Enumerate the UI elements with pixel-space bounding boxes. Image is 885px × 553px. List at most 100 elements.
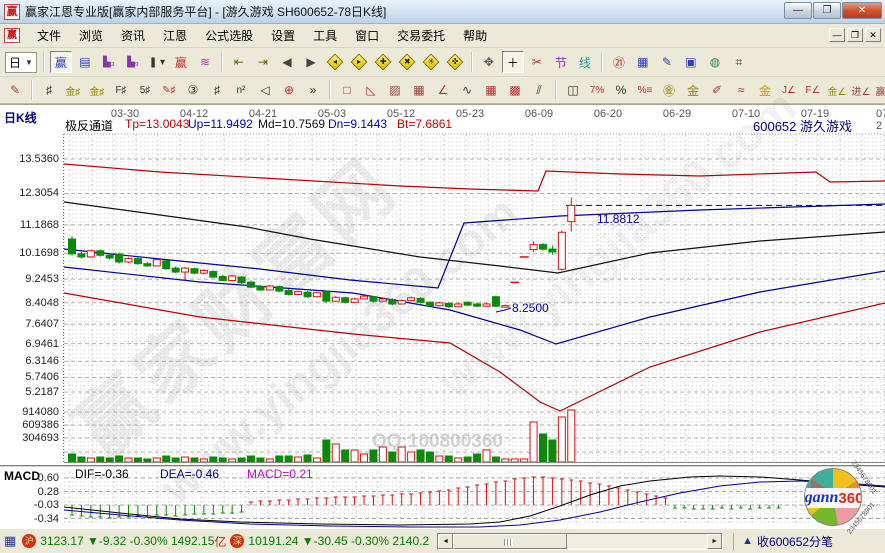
gold-lines-icon[interactable]: 金 [682, 79, 704, 101]
feed-status-text: 收600652分笔 [757, 533, 833, 550]
fence-pen-icon[interactable]: ✎♯ [158, 79, 180, 101]
cut-icon[interactable]: ✂ [526, 51, 548, 73]
jie-tool-icon[interactable]: 节 [550, 51, 572, 73]
target-circle-icon[interactable]: ⊕ [278, 79, 300, 101]
menu-设置[interactable]: 设置 [262, 26, 304, 46]
color-flag-icon[interactable]: ≋ [194, 51, 216, 73]
last-bar-icon[interactable]: ⇥ [252, 51, 274, 73]
kline-large-icon[interactable]: ▙₉ [122, 51, 144, 73]
date-label: 06-09 [525, 108, 553, 120]
f-angle-icon[interactable]: F∠ [802, 79, 824, 101]
fence-n2-icon[interactable]: n² [230, 79, 252, 101]
period-day-button[interactable]: 日▼ [4, 51, 38, 73]
note-edit-icon[interactable]: ✎ [656, 51, 678, 73]
fan-rays-icon[interactable]: ◺ [360, 79, 382, 101]
maximize-button[interactable]: ❐ [813, 2, 841, 19]
diamond-right-icon[interactable]: ▸ [348, 51, 370, 73]
mdi-minimize-button[interactable]: — [829, 28, 845, 42]
fence-f-icon[interactable]: F♯ [110, 79, 132, 101]
square-tool-icon[interactable]: □ [336, 79, 358, 101]
draw-brush-icon[interactable]: ✎ [4, 79, 26, 101]
percent-icon[interactable]: % [610, 79, 632, 101]
gold-angle-icon[interactable]: 金∠ [826, 79, 848, 101]
macd-tick-label: -0.03 [0, 499, 59, 511]
percent-lines-icon[interactable]: %≡ [634, 79, 656, 101]
pane-splitter[interactable] [0, 465, 885, 468]
diamond-star-icon[interactable]: ✳ [420, 51, 442, 73]
jin-angle-icon[interactable]: 进∠ [850, 79, 872, 101]
bars-left-icon[interactable]: ◫ [562, 79, 584, 101]
shanghai-exchange-icon: 沪 [22, 534, 36, 548]
calendar-icon[interactable]: ㉑ [608, 51, 630, 73]
diamond-move-icon[interactable]: ✜ [444, 51, 466, 73]
yingjia-blue-icon[interactable]: 赢 [50, 51, 72, 73]
overflow-chevron[interactable]: » [302, 79, 324, 101]
parallel-lines-icon[interactable]: ⫽ [528, 79, 550, 101]
pan-hand-icon[interactable]: ✥ [478, 51, 500, 73]
j-angle-icon[interactable]: J∠ [778, 79, 800, 101]
sh-amount-unit: 亿 [214, 533, 226, 550]
fence-gold-icon[interactable]: 金♯ [62, 79, 84, 101]
diamond-cross-icon[interactable]: ✖ [396, 51, 418, 73]
fence-3-icon[interactable]: ③ [182, 79, 204, 101]
gold-yellow-icon[interactable]: 金 [754, 79, 776, 101]
menu-公式选股[interactable]: 公式选股 [196, 26, 262, 46]
menu-浏览[interactable]: 浏览 [70, 26, 112, 46]
fence-plain-icon[interactable]: ♯ [206, 79, 228, 101]
box-hatch-icon[interactable]: ▦ [408, 79, 430, 101]
first-bar-icon[interactable]: ⇤ [228, 51, 250, 73]
line-tool-icon[interactable]: 线 [574, 51, 596, 73]
diamond-left-icon[interactable]: ◂ [324, 51, 346, 73]
document-icon[interactable]: ▤ [74, 51, 96, 73]
flag-tool-icon[interactable]: ◁ [254, 79, 276, 101]
scroll-right-button[interactable]: ► [707, 534, 722, 549]
horizontal-scrollbar[interactable]: ◄ ► [437, 533, 723, 550]
period-label[interactable]: 日K线 [4, 109, 37, 126]
indicator-value: Tp=13.0043 [125, 117, 189, 131]
menu-资讯[interactable]: 资讯 [112, 26, 154, 46]
volume-tick-label: 304693 [0, 432, 59, 444]
browser-icon[interactable]: ◍ [704, 51, 726, 73]
yingjia-red-icon[interactable]: 赢 [170, 51, 192, 73]
network-icon[interactable]: ⌗ [728, 51, 750, 73]
scroll-left-button[interactable]: ◄ [438, 534, 453, 549]
mdi-restore-button[interactable]: ❐ [847, 28, 863, 42]
diamond-plus-icon[interactable]: ✚ [372, 51, 394, 73]
gold-circle-icon[interactable]: ㊎ [658, 79, 680, 101]
market-grid-icon[interactable]: ▦ [4, 533, 16, 549]
crosshair-icon[interactable]: ＋ [502, 51, 524, 73]
percent7-icon[interactable]: 7% [586, 79, 608, 101]
chart-canvas[interactable]: 赢家财富网 www.yingjia360.com www.yingjia360.… [0, 104, 885, 528]
box-pen-icon[interactable]: ▨ [384, 79, 406, 101]
next-bar-icon[interactable]: ▶ [300, 51, 322, 73]
ying-angle-icon[interactable]: 赢∠ [874, 79, 885, 101]
save-icon[interactable]: ▣ [680, 51, 702, 73]
menu-工具[interactable]: 工具 [304, 26, 346, 46]
menu-帮助[interactable]: 帮助 [454, 26, 496, 46]
grid-red-icon[interactable]: ▦ [480, 79, 502, 101]
menu-交易委托[interactable]: 交易委托 [388, 26, 454, 46]
logo-gann-text: gann [805, 489, 839, 507]
calculator-icon[interactable]: ▦ [632, 51, 654, 73]
fence-icon[interactable]: ♯ [38, 79, 60, 101]
prev-bar-icon[interactable]: ◀ [276, 51, 298, 73]
macd-tick-label: 0.60 [0, 472, 59, 484]
menu-窗口[interactable]: 窗口 [346, 26, 388, 46]
close-button[interactable]: ✕ [842, 2, 882, 19]
menu-江恩[interactable]: 江恩 [154, 26, 196, 46]
menu-文件[interactable]: 文件 [28, 26, 70, 46]
fence-5-icon[interactable]: 5♯ [134, 79, 156, 101]
wave-v-icon[interactable]: ∿ [456, 79, 478, 101]
minimize-button[interactable]: — [784, 2, 812, 19]
title-bar[interactable]: 赢 赢家江恩专业版[赢家内部服务平台] - [游久游戏 SH600652-78日… [0, 0, 885, 24]
scrollbar-thumb[interactable] [453, 534, 567, 549]
pen-bars-icon[interactable]: ✐ [706, 79, 728, 101]
candle-type-button[interactable]: ❚ ▾ [146, 51, 168, 73]
fence-gold2-icon[interactable]: 金♯ [86, 79, 108, 101]
wave-levels-icon[interactable]: ≈ [730, 79, 752, 101]
kline-small-icon[interactable]: ▙₃ [98, 51, 120, 73]
grid-red2-icon[interactable]: ▩ [504, 79, 526, 101]
mdi-close-button[interactable]: ✕ [865, 28, 881, 42]
angle-rays-icon[interactable]: ∠ [432, 79, 454, 101]
date-label: 05-23 [456, 108, 484, 120]
